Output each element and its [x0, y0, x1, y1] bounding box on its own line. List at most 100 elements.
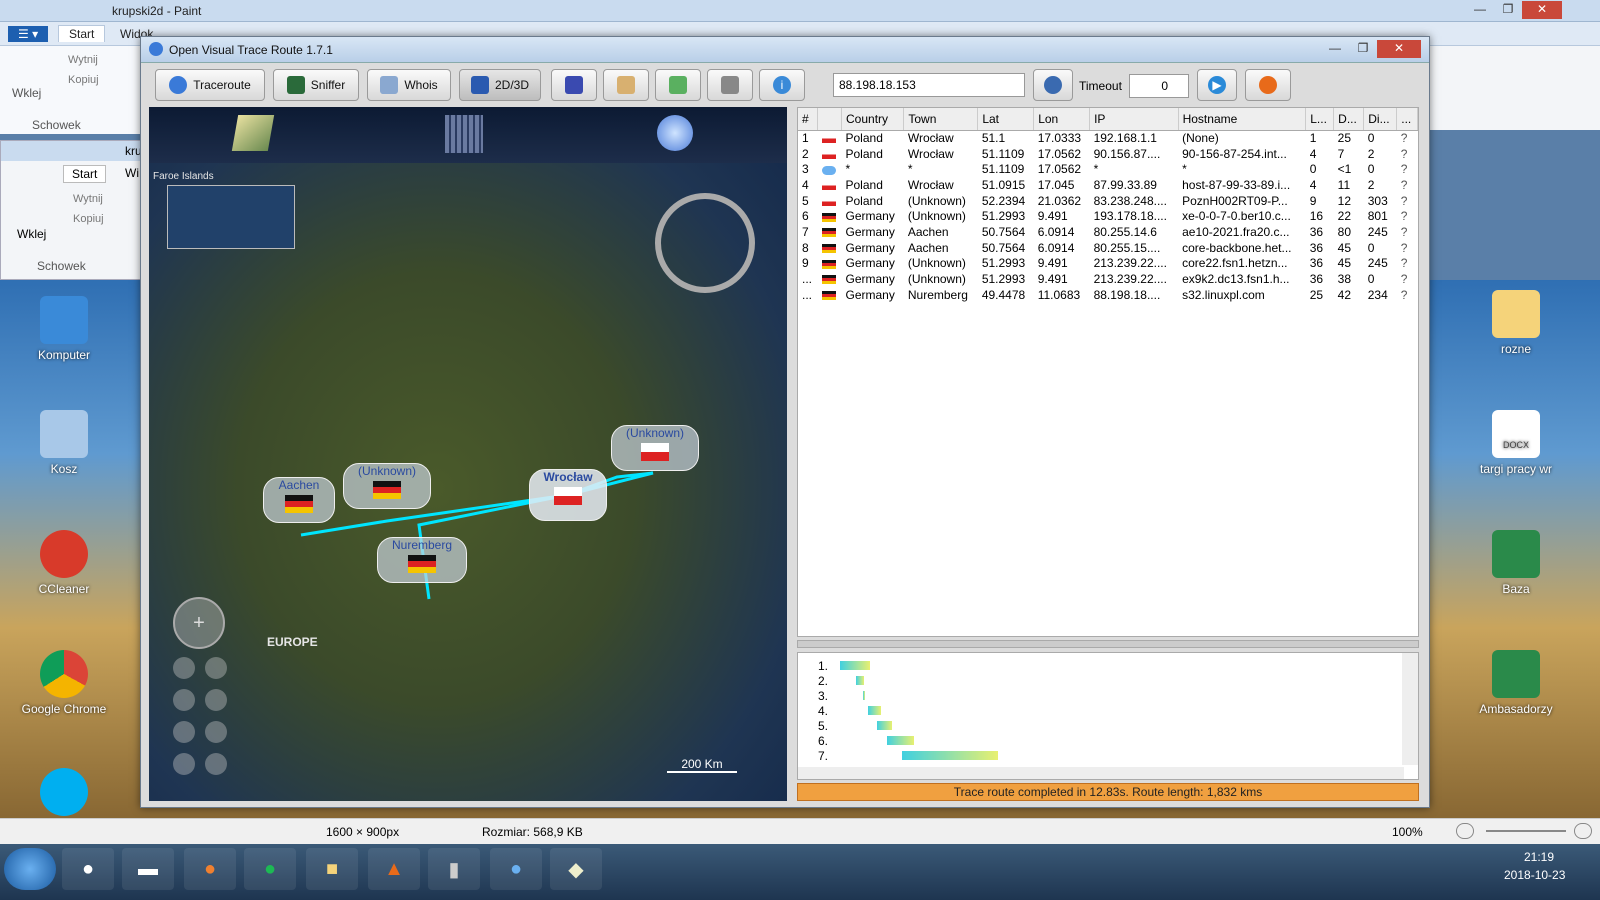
column-header[interactable]: L... [1305, 108, 1335, 131]
paint2-tab-start[interactable]: Start [63, 165, 107, 183]
timeout-spinner[interactable]: 0 [1129, 74, 1189, 98]
hop-bubble-unknown-pl[interactable]: (Unknown) [611, 425, 699, 471]
wave-button[interactable] [205, 753, 227, 775]
desktop-icon-chrome[interactable]: Google Chrome [14, 650, 114, 716]
ovtr-minimize-button[interactable]: — [1321, 40, 1349, 58]
hop-bubble-wroclaw[interactable]: Wrocław [529, 469, 607, 521]
resolve-button[interactable] [1033, 69, 1073, 101]
desktop-icon-baza[interactable]: Baza [1466, 530, 1566, 596]
whois-help-icon[interactable]: ? [1397, 240, 1418, 256]
taskbar-paint[interactable]: ◆ [550, 848, 602, 890]
table-row[interactable]: ... Germany (Unknown) 51.2993 9.491 213.239.2… [798, 271, 1418, 287]
column-header[interactable]: Lat [977, 108, 1035, 131]
start-trace-button[interactable]: ▶ [1197, 69, 1237, 101]
paint2-paste[interactable]: Wklej [17, 227, 46, 241]
zoom-in-icon[interactable] [1574, 823, 1592, 839]
whois-help-icon[interactable]: ? [1397, 130, 1418, 146]
export-image-button[interactable] [551, 69, 597, 101]
table-row[interactable]: 7 Germany Aachen 50.7564 6.0914 80.255.14.6 ae… [798, 224, 1418, 240]
view-2d3d-button[interactable]: 2D/3D [459, 69, 541, 101]
whois-help-icon[interactable]: ? [1397, 208, 1418, 224]
taskbar-app[interactable]: ▬ [122, 848, 174, 890]
smooth-button[interactable] [173, 753, 195, 775]
table-row[interactable]: 3 * * 51.1109 17.0562 * * 0 <1 0? [798, 161, 1418, 177]
column-header[interactable]: IP [1089, 108, 1179, 131]
desktop-icon-skype[interactable] [38, 768, 90, 820]
pan-control[interactable]: + [173, 597, 225, 649]
whois-help-icon[interactable]: ? [1397, 193, 1418, 209]
whois-help-icon[interactable]: ? [1397, 256, 1418, 272]
target-ip-input[interactable] [833, 73, 1025, 97]
column-header[interactable] [817, 108, 842, 131]
table-row[interactable]: 8 Germany Aachen 50.7564 6.0914 80.255.15....… [798, 240, 1418, 256]
info-button[interactable]: i [759, 69, 805, 101]
desktop-icon-ambasadorzy[interactable]: Ambasadorzy [1466, 650, 1566, 716]
sniffer-button[interactable]: Sniffer [273, 69, 359, 101]
taskbar-ovtr[interactable]: ● [490, 848, 542, 890]
zoom-out-icon[interactable] [1456, 823, 1474, 839]
table-row[interactable]: 2 Poland Wrocław 51.1109 17.0562 90.156.87...… [798, 146, 1418, 162]
split-divider[interactable] [797, 640, 1419, 648]
table-row[interactable]: 6 Germany (Unknown) 51.2993 9.491 193.178.18.… [798, 208, 1418, 224]
reset-view-button[interactable] [205, 721, 227, 743]
taskbar-spotify[interactable]: ● [244, 848, 296, 890]
clipboard-button[interactable] [603, 69, 649, 101]
paint-menu-button[interactable]: ☰ ▾ [8, 26, 49, 42]
tab-start[interactable]: Start [58, 25, 106, 42]
taskbar-cmd[interactable]: ▮ [428, 848, 480, 890]
taskbar-explorer[interactable]: ■ [306, 848, 358, 890]
table-row[interactable]: 9 Germany (Unknown) 51.2993 9.491 213.239.22.… [798, 256, 1418, 272]
whois-help-icon[interactable]: ? [1397, 271, 1418, 287]
table-row[interactable]: 4 Poland Wrocław 51.0915 17.045 87.99.33.89 ho… [798, 177, 1418, 193]
whois-help-icon[interactable]: ? [1397, 146, 1418, 162]
whois-help-icon[interactable]: ? [1397, 161, 1418, 177]
taskbar-firefox[interactable]: ● [184, 848, 236, 890]
desktop-icon-komputer[interactable]: Komputer [14, 296, 114, 362]
settings-button[interactable] [707, 69, 753, 101]
gantt-hscrollbar[interactable] [798, 767, 1404, 779]
column-header[interactable]: ... [1396, 108, 1418, 131]
column-header[interactable]: Lon [1033, 108, 1091, 131]
zoom-out-button[interactable] [173, 657, 195, 679]
rotate-right-button[interactable] [205, 689, 227, 711]
taskbar-matlab[interactable]: ▲ [368, 848, 420, 890]
whois-help-icon[interactable]: ? [1397, 224, 1418, 240]
table-row[interactable]: 1 Poland Wrocław 51.1 17.0333 192.168.1.1 (Non… [798, 130, 1418, 146]
rotate-left-button[interactable] [173, 689, 195, 711]
tilt-button[interactable] [173, 721, 195, 743]
traceroute-button[interactable]: Traceroute [155, 69, 265, 101]
column-header[interactable]: # [798, 108, 819, 131]
maximize-button[interactable]: ❐ [1494, 1, 1522, 19]
close-button[interactable]: ✕ [1522, 1, 1562, 19]
ovtr-maximize-button[interactable]: ❐ [1349, 40, 1377, 58]
table-row[interactable]: ... Germany Nuremberg 49.4478 11.0683 88.198.… [798, 287, 1418, 303]
cut-button[interactable]: Wytnij [68, 54, 98, 66]
desktop-icon-kosz[interactable]: Kosz [14, 410, 114, 476]
hop-bubble-aachen[interactable]: Aachen [263, 477, 335, 523]
map-view[interactable]: Faroe Islands EUROPE Aachen (Unknown) Nu… [149, 107, 787, 801]
paste-button[interactable]: Wklej [12, 86, 41, 100]
desktop-icon-ccleaner[interactable]: CCleaner [14, 530, 114, 596]
ovtr-close-button[interactable]: ✕ [1377, 40, 1421, 58]
table-row[interactable]: 5 Poland (Unknown) 52.2394 21.0362 83.238.248… [798, 193, 1418, 209]
whois-help-icon[interactable]: ? [1397, 287, 1418, 303]
column-header[interactable]: Town [903, 108, 979, 131]
whois-help-icon[interactable]: ? [1397, 177, 1418, 193]
hops-table[interactable]: # Country Town Lat Lon IP Hostname L... D... Di..… [797, 107, 1419, 637]
export-button[interactable] [655, 69, 701, 101]
zoom-in-button[interactable] [205, 657, 227, 679]
desktop-icon-targi[interactable]: DOCX targi pracy wr [1466, 410, 1566, 476]
hop-bubble-unknown-de[interactable]: (Unknown) [343, 463, 431, 509]
whois-button[interactable]: Whois [367, 69, 451, 101]
column-header[interactable]: Di... [1363, 108, 1398, 131]
column-header[interactable]: Country [841, 108, 905, 131]
hop-bubble-nuremberg[interactable]: Nuremberg [377, 537, 467, 583]
taskbar-chrome[interactable]: ● [62, 848, 114, 890]
paint2-copy[interactable]: Kopiuj [73, 213, 104, 225]
gantt-vscrollbar[interactable] [1402, 653, 1418, 765]
column-header[interactable]: D... [1333, 108, 1365, 131]
stop-button[interactable] [1245, 69, 1291, 101]
column-header[interactable]: Hostname [1178, 108, 1307, 131]
copy-button[interactable]: Kopiuj [68, 74, 99, 86]
paint2-cut[interactable]: Wytnij [73, 193, 103, 205]
